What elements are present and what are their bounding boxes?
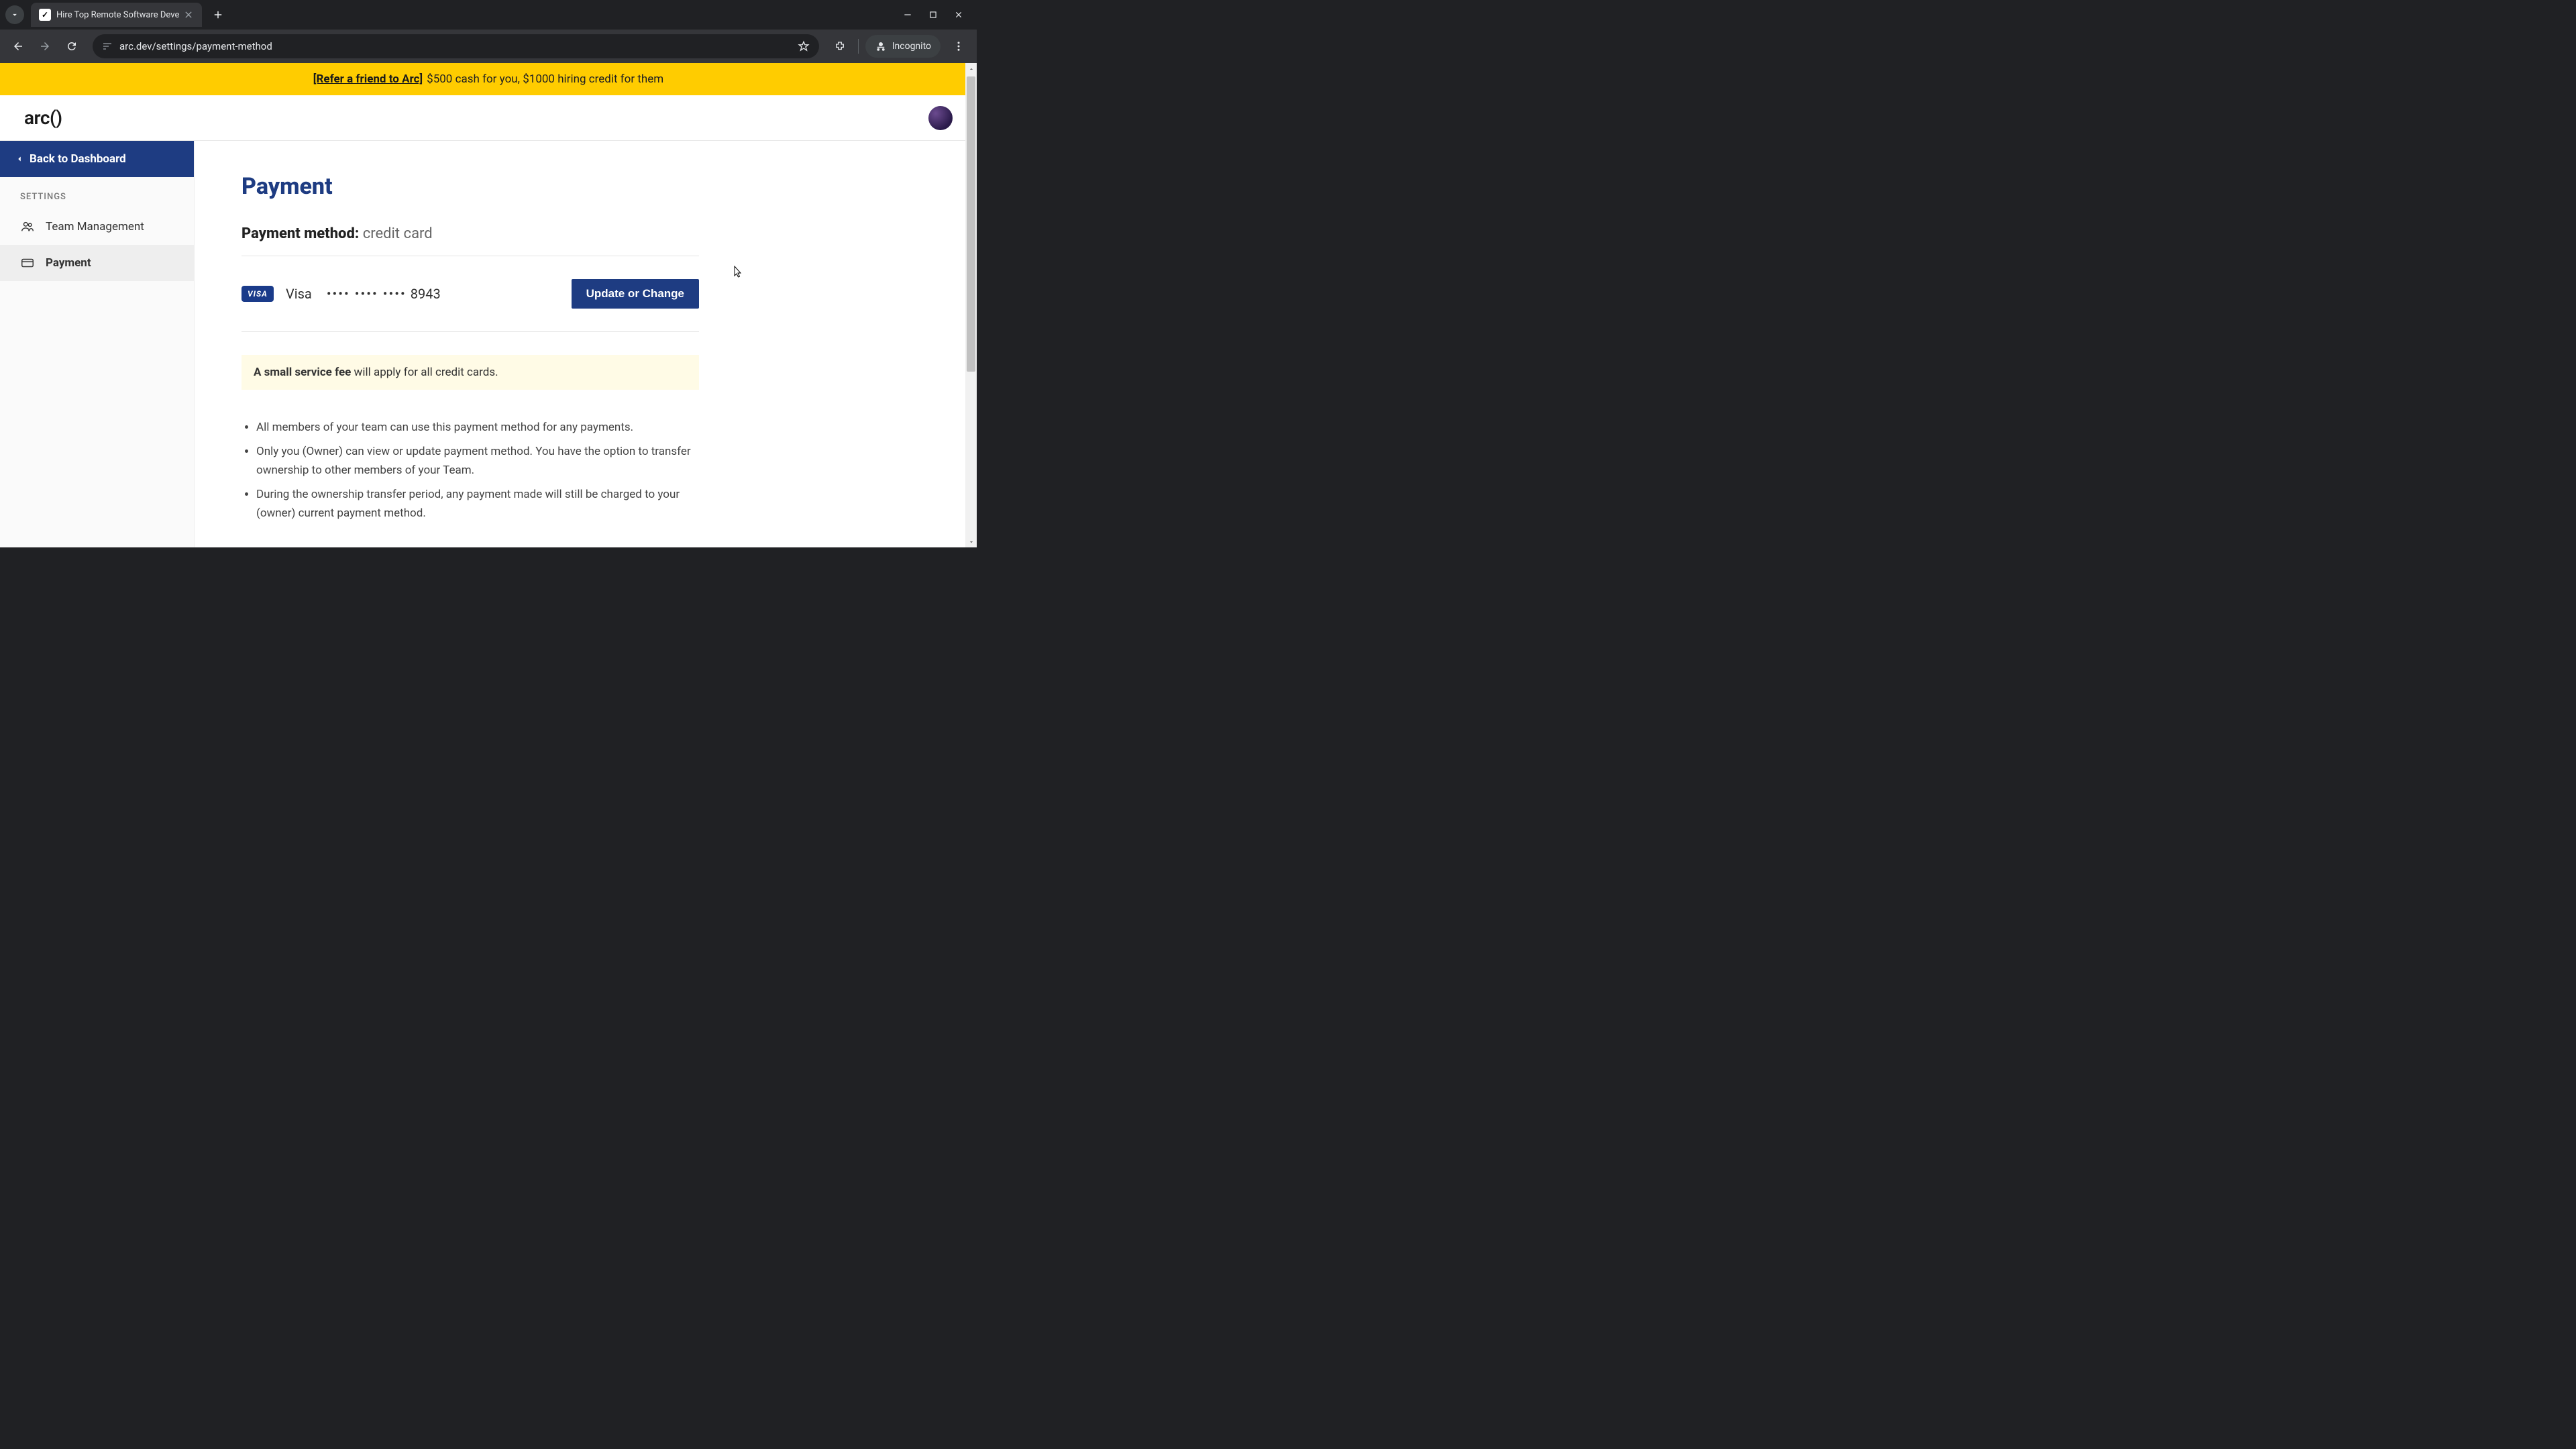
- card-brand: Visa: [286, 286, 312, 302]
- site-info-button[interactable]: [102, 41, 113, 52]
- tab-title: Hire Top Remote Software Deve: [56, 10, 179, 20]
- sidebar-item-payment[interactable]: Payment: [0, 245, 194, 281]
- fee-note-rest: will apply for all credit cards.: [351, 366, 498, 379]
- page-viewport: [Refer a friend to Arc] $500 cash for yo…: [0, 63, 977, 547]
- dots-vertical-icon: [953, 40, 965, 52]
- tab-search-button[interactable]: [5, 5, 24, 24]
- payment-method-row: Payment method: credit card: [241, 225, 930, 242]
- chevron-left-icon: [15, 154, 24, 164]
- arrow-right-icon: [39, 40, 51, 52]
- card-row: VISA Visa •••• •••• •••• 8943 Update or …: [241, 279, 699, 309]
- card-mask: •••• •••• ••••: [327, 286, 407, 302]
- browser-toolbar: arc.dev/settings/payment-method Incognit…: [0, 30, 977, 63]
- browser-tab[interactable]: ✓ Hire Top Remote Software Deve: [31, 3, 202, 27]
- back-button[interactable]: [7, 35, 30, 58]
- info-bullet: During the ownership transfer period, an…: [256, 485, 699, 523]
- incognito-badge[interactable]: Incognito: [865, 35, 941, 58]
- scroll-up-button[interactable]: [965, 63, 977, 74]
- info-bullet: Only you (Owner) can view or update paym…: [256, 442, 699, 480]
- scroll-down-button[interactable]: [965, 536, 977, 547]
- forward-button[interactable]: [34, 35, 56, 58]
- avatar[interactable]: [928, 106, 953, 130]
- address-bar[interactable]: arc.dev/settings/payment-method: [93, 34, 819, 58]
- maximize-icon[interactable]: [928, 10, 938, 19]
- referral-banner: [Refer a friend to Arc] $500 cash for yo…: [0, 63, 977, 95]
- star-icon[interactable]: [798, 40, 810, 52]
- back-label: Back to Dashboard: [30, 152, 126, 166]
- back-to-dashboard-button[interactable]: Back to Dashboard: [0, 141, 194, 177]
- sidebar: Back to Dashboard SETTINGS Team Manageme…: [0, 141, 195, 547]
- payment-method-type: credit card: [363, 225, 433, 242]
- browser-chrome: ✓ Hire Top Remote Software Deve arc.dev/…: [0, 0, 977, 63]
- plus-icon: [212, 9, 224, 21]
- reload-button[interactable]: [60, 35, 83, 58]
- sidebar-item-team-management[interactable]: Team Management: [0, 209, 194, 245]
- browser-menu-button[interactable]: [947, 35, 970, 58]
- toolbar-divider: [858, 39, 859, 54]
- extensions-button[interactable]: [828, 35, 851, 58]
- close-window-icon[interactable]: [954, 10, 963, 19]
- app-body: Back to Dashboard SETTINGS Team Manageme…: [0, 141, 977, 547]
- tune-icon: [102, 41, 113, 52]
- referral-link[interactable]: [Refer a friend to Arc]: [313, 72, 423, 86]
- vertical-scrollbar[interactable]: [965, 63, 977, 547]
- browser-titlebar: ✓ Hire Top Remote Software Deve: [0, 0, 977, 30]
- update-or-change-button[interactable]: Update or Change: [572, 279, 699, 309]
- minimize-icon[interactable]: [903, 10, 912, 19]
- chevron-down-icon: [10, 10, 19, 19]
- info-list: All members of your team can use this pa…: [241, 418, 699, 523]
- url-text: arc.dev/settings/payment-method: [119, 40, 272, 52]
- favicon-icon: ✓: [39, 9, 51, 21]
- sidebar-item-label: Team Management: [46, 220, 144, 233]
- close-icon[interactable]: [183, 9, 194, 20]
- new-tab-button[interactable]: [209, 5, 227, 24]
- arrow-left-icon: [12, 40, 24, 52]
- credit-card-icon: [20, 256, 35, 270]
- incognito-label: Incognito: [892, 41, 931, 52]
- referral-text: $500 cash for you, $1000 hiring credit f…: [427, 72, 663, 86]
- card-last4: 8943: [411, 286, 441, 302]
- sidebar-section-label: SETTINGS: [0, 177, 194, 209]
- triangle-down-icon: [968, 539, 975, 545]
- extension-icon: [834, 40, 846, 52]
- window-controls: [903, 10, 971, 19]
- visa-badge-icon: VISA: [241, 286, 274, 302]
- incognito-icon: [875, 40, 887, 52]
- divider: [241, 331, 699, 332]
- fee-note-strong: A small service fee: [254, 366, 351, 379]
- payment-method-label: Payment method:: [241, 225, 359, 242]
- arc-logo[interactable]: arc(): [24, 107, 62, 129]
- sidebar-item-label: Payment: [46, 256, 91, 270]
- people-icon: [20, 219, 35, 234]
- triangle-up-icon: [968, 66, 975, 72]
- scrollbar-thumb[interactable]: [967, 76, 975, 372]
- fee-note: A small service fee will apply for all c…: [241, 355, 699, 390]
- page-title: Payment: [241, 173, 930, 200]
- reload-icon: [66, 40, 78, 52]
- main-content: Payment Payment method: credit card VISA…: [195, 141, 977, 547]
- info-bullet: All members of your team can use this pa…: [256, 418, 699, 437]
- app-header: arc(): [0, 95, 977, 141]
